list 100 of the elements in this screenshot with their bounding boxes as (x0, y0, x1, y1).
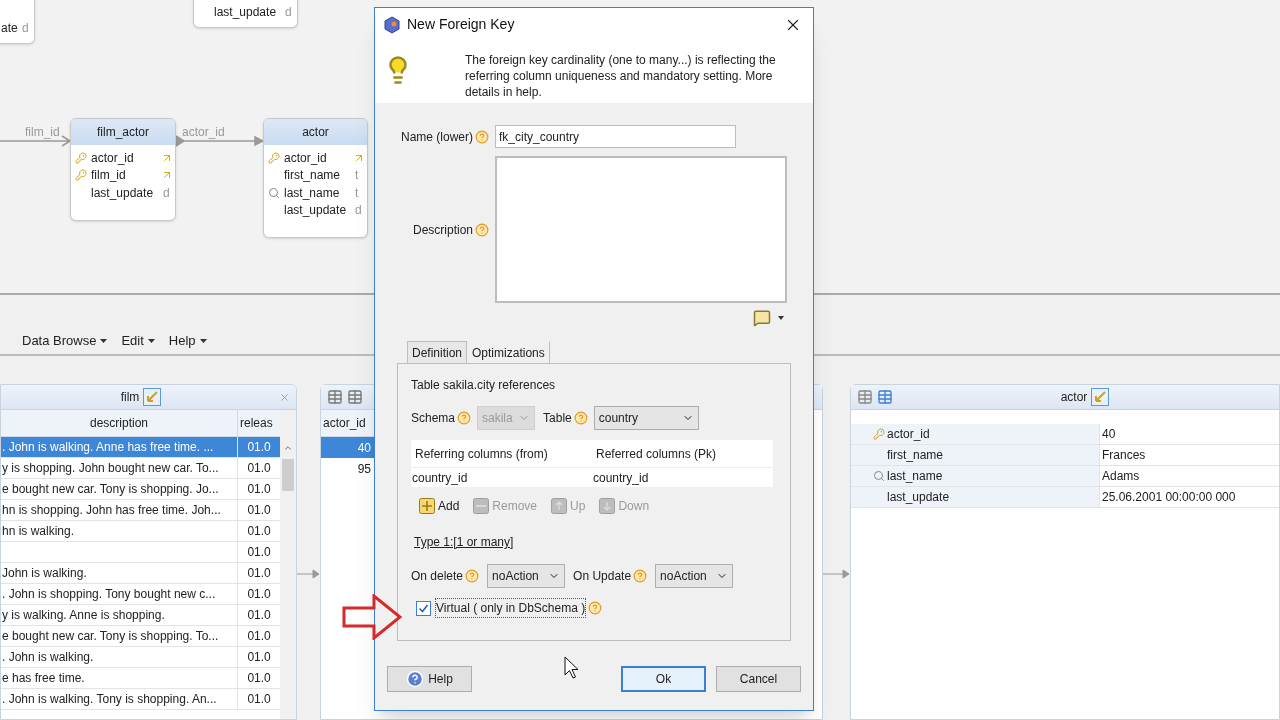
table-row[interactable]: 01.0 (1, 542, 281, 563)
table-icon[interactable] (327, 389, 343, 405)
column-name: film_id (91, 167, 127, 185)
comment-icon[interactable] (753, 309, 771, 327)
table-row[interactable]: . John is shopping. Tony bought new c... 01.0 (1, 584, 281, 605)
column-name: last_update (284, 202, 348, 220)
caret-icon (199, 338, 207, 344)
column-type: d (163, 184, 171, 202)
field-value[interactable]: 25.06.2001 00:00:00 000 (1100, 487, 1236, 507)
scrollbar[interactable] (280, 410, 296, 719)
menu-item[interactable]: Data Browse (22, 331, 108, 351)
table-cell: e has free time. (1, 668, 238, 688)
help-icon[interactable] (588, 601, 603, 615)
table-row[interactable]: hn is shopping. John has free time. Joh... 01.0 (1, 500, 281, 521)
ok-button[interactable]: Ok (621, 666, 706, 692)
column-name: first_name (284, 167, 342, 185)
close-icon[interactable] (279, 391, 290, 403)
minus-icon (473, 498, 490, 514)
table-row[interactable]: hn is walking. 01.0 (1, 521, 281, 542)
field-label: On delete (411, 568, 464, 585)
table-cell[interactable]: country_id (592, 468, 773, 487)
table-cell-text: 01.0 (246, 565, 272, 582)
table-row[interactable]: . John is walking. Tony is shopping. An... 01.0 (1, 689, 281, 710)
table-cell[interactable]: country_id (411, 468, 592, 487)
table-row[interactable]: e has free time. 01.0 (1, 668, 281, 689)
table-cell-text: 01.0 (246, 523, 272, 540)
key-icon (268, 151, 280, 164)
field-value[interactable]: Frances (1100, 445, 1146, 465)
cancel-button[interactable]: Cancel (716, 666, 801, 692)
dropdown[interactable]: noAction (655, 564, 734, 588)
column-header[interactable]: description (1, 410, 238, 436)
search-icon (268, 186, 280, 199)
chevron-icon (283, 443, 294, 453)
table-cell: . John is walking. Anne has free time. ... (1, 437, 238, 457)
table-row[interactable]: y is walking. Anne is shopping. 01.0 (1, 605, 281, 626)
toolbar-button[interactable]: Add (419, 497, 460, 515)
search-icon (873, 470, 885, 482)
table-icon[interactable] (857, 389, 873, 405)
table-icon[interactable] (347, 389, 363, 405)
table-row[interactable]: y is shopping. John bought new car. To... 01.0 (1, 458, 281, 479)
field-value[interactable]: 40 (1100, 424, 1116, 444)
entity-card[interactable]: film_actor actor_id film_id last_update d (70, 118, 176, 221)
column-header: Referring columns (from) (414, 445, 549, 463)
entity-card[interactable]: ate d (0, 0, 35, 44)
column-header[interactable]: releas (238, 410, 281, 436)
help-icon[interactable] (633, 569, 648, 583)
table-row[interactable]: John is walking. 01.0 (1, 563, 281, 584)
menu-item[interactable]: Help (168, 331, 207, 351)
table-cell-text: 01.0 (246, 481, 272, 498)
table-cell: y is walking. Anne is shopping. (1, 605, 238, 625)
table-cell: e bought new car. Tony is shopping. To... (1, 626, 238, 646)
table-icon[interactable] (877, 389, 893, 405)
table-cell-text: 01.0 (246, 439, 272, 456)
table-cell-text: 01.0 (246, 460, 272, 477)
help-icon[interactable] (465, 569, 480, 583)
name-field[interactable]: fk_city_country (495, 125, 736, 148)
column-name: actor_id (91, 149, 135, 167)
description-label: Description (412, 221, 473, 239)
entity-card[interactable]: last_update d (193, 0, 298, 28)
help-icon[interactable] (475, 222, 489, 237)
dropdown[interactable]: noAction (487, 564, 566, 588)
column-name: actor_id (284, 149, 328, 167)
edit-icon[interactable] (1091, 388, 1110, 406)
references-label: Table sakila.city references (411, 377, 557, 394)
column-type: d (285, 4, 293, 22)
column-name: last_name (284, 184, 341, 202)
dropdown[interactable]: country (593, 406, 699, 430)
tab[interactable]: Definition (407, 341, 468, 363)
help-icon[interactable] (475, 129, 489, 144)
check-icon (418, 602, 429, 614)
table-cell-text: 01.0 (246, 628, 272, 645)
entity-title: film_actor (71, 119, 175, 145)
field-value[interactable]: Adams (1100, 466, 1140, 486)
panel-title: actor (1060, 389, 1088, 406)
help-icon (406, 670, 425, 688)
help-button[interactable]: Help (387, 666, 472, 692)
entity-card[interactable]: actor actor_id first_name t last_name t last_update d (263, 118, 368, 238)
field-name: last_name (887, 468, 943, 485)
help-icon[interactable] (457, 411, 472, 425)
table-row[interactable]: e bought new car. Tony is shopping. To... 01.0 (1, 626, 281, 647)
scrollbar-thumb[interactable] (282, 459, 295, 491)
caret-icon[interactable] (777, 315, 785, 321)
table-cell-text: 01.0 (246, 691, 272, 708)
table-cell-text: 01.0 (246, 502, 272, 519)
column-type: d (22, 20, 30, 38)
help-icon[interactable] (573, 411, 588, 425)
table-row[interactable]: . John is walking. Anne has free time. ... 01.0 (1, 437, 281, 458)
table-cell: y is shopping. John bought new car. To... (1, 458, 238, 478)
type-link[interactable]: Type 1:[1 or many] (414, 533, 514, 551)
dialog-title: New Foreign Key (407, 15, 516, 34)
edit-icon[interactable] (143, 388, 162, 406)
field-label: Table (543, 410, 572, 427)
table-cell: hn is shopping. John has free time. Joh... (1, 500, 238, 520)
table-cell[interactable]: 40 (321, 437, 375, 458)
column-name: last_update (91, 184, 155, 202)
menu-item[interactable]: Edit (121, 331, 155, 351)
table-row[interactable]: . John is walking. 01.0 (1, 647, 281, 668)
table-cell-text: 01.0 (246, 586, 272, 603)
description-field[interactable] (495, 156, 787, 303)
table-row[interactable]: e bought new car. Tony is shopping. Jo... 01.0 (1, 479, 281, 500)
